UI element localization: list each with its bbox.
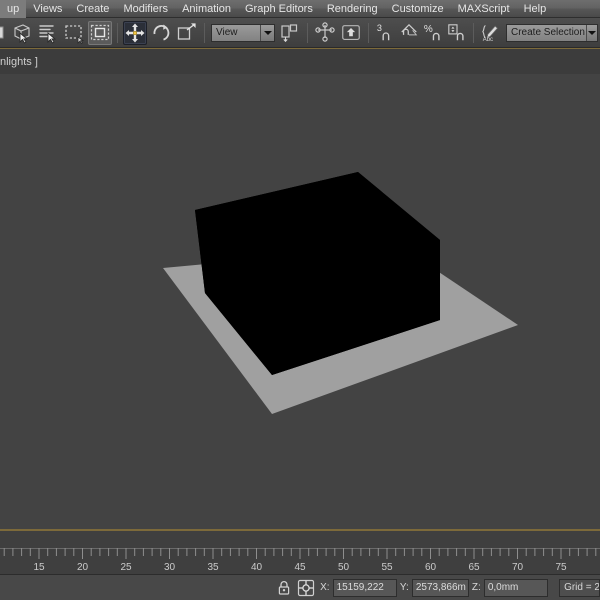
menu-views[interactable]: Views	[26, 0, 69, 18]
select-and-link-icon	[342, 24, 360, 40]
svg-text:3: 3	[377, 23, 382, 33]
menu-animation[interactable]: Animation	[175, 0, 238, 18]
chevron-down-icon	[587, 30, 596, 35]
ruler-tick-label: 25	[120, 562, 132, 573]
reference-coordinate-system-dropdown[interactable]: View	[211, 23, 275, 42]
absolute-relative-transform-toggle[interactable]	[297, 578, 315, 598]
select-object-button[interactable]	[10, 21, 34, 45]
menu-help[interactable]: Help	[517, 0, 554, 18]
ruler-tick-label: 50	[338, 562, 350, 573]
angle-snap-toggle-icon	[401, 23, 418, 35]
select-and-manipulate-icon	[315, 21, 335, 42]
window-crossing-button[interactable]	[88, 20, 112, 45]
main-toolbar: View 3 % Abc Create Selection	[0, 18, 600, 48]
select-by-name-button[interactable]	[36, 21, 60, 45]
reference-coordinate-system-arrow[interactable]	[260, 24, 274, 41]
svg-text:Abc: Abc	[483, 37, 493, 43]
menu-bar: up Views Create Modifiers Animation Grap…	[0, 0, 600, 18]
timeline-ruler[interactable]: 15 20 25 30 35 40 45 50 55 60 65 70 75	[0, 548, 600, 576]
selection-lock-icon	[297, 579, 315, 596]
angle-snap-toggle-button[interactable]	[398, 21, 420, 45]
select-and-link-button[interactable]	[339, 21, 363, 45]
select-object-icon	[14, 23, 30, 44]
rectangular-selection-region-icon	[65, 24, 85, 44]
select-and-move-icon	[125, 23, 145, 42]
toolbar-separator-1	[117, 22, 118, 43]
spinner-snap-toggle-icon	[448, 23, 464, 40]
edit-named-selection-sets-icon: Abc	[482, 24, 498, 43]
ruler-tick-label: 30	[164, 562, 176, 573]
ruler-tick-label: 55	[381, 562, 393, 573]
ruler-tick-label: 40	[251, 562, 263, 573]
viewport-perspective[interactable]	[0, 74, 600, 529]
selection-lock-toggle[interactable]	[275, 578, 293, 598]
rectangular-selection-region-button[interactable]	[62, 21, 86, 45]
named-selection-sets-arrow[interactable]	[585, 24, 597, 41]
x-coordinate-value: 15159,222	[336, 582, 384, 593]
viewport-label: nlights ]	[0, 55, 38, 68]
percent-snap-toggle-icon: %	[424, 24, 440, 40]
use-pivot-point-center-button[interactable]	[278, 21, 302, 45]
edit-named-selection-sets-button[interactable]: Abc	[479, 21, 503, 45]
toolbar-separator-4	[368, 22, 369, 43]
prompt-strip: nlights ]	[0, 48, 600, 74]
ruler-tick-label: 35	[207, 562, 219, 573]
spinner-snap-toggle-button[interactable]	[446, 21, 468, 45]
grid-size-display: Grid = 2	[559, 578, 600, 597]
ruler-tick-label: 65	[468, 562, 480, 573]
menu-maxscript[interactable]: MAXScript	[451, 0, 517, 18]
z-coordinate-label: Z:	[471, 582, 481, 593]
toolbar-separator-3	[307, 22, 308, 43]
padlock-icon	[278, 580, 290, 595]
svg-text:%: %	[424, 24, 433, 35]
ruler-tick-label: 75	[555, 562, 567, 573]
reference-coordinate-system-value: View	[216, 27, 238, 38]
named-selection-sets-value: Create Selection Se	[511, 27, 586, 38]
toolbar-separator-2	[204, 22, 205, 43]
select-and-rotate-icon	[153, 24, 170, 40]
percent-snap-toggle-button[interactable]: %	[422, 21, 444, 45]
ruler-tick-label: 15	[33, 562, 45, 573]
x-coordinate-label: X:	[320, 582, 330, 593]
window-crossing-icon	[90, 24, 110, 40]
named-selection-sets-dropdown[interactable]: Create Selection Se	[506, 23, 598, 42]
status-bar: X: 15159,222 Y: 2573,866m Z: 0,0mm Grid …	[0, 574, 600, 600]
menu-graph-editors[interactable]: Graph Editors	[238, 0, 320, 18]
viewport-scene	[0, 74, 600, 529]
menu-modifiers[interactable]: Modifiers	[116, 0, 175, 18]
pivot-point-center-icon	[281, 23, 298, 42]
select-and-manipulate-button[interactable]	[313, 21, 337, 45]
toolbar-separator-5	[473, 22, 474, 43]
chevron-down-icon	[263, 30, 272, 35]
select-and-scale-button[interactable]	[175, 21, 199, 45]
snaps-toggle-icon: 3	[377, 23, 390, 40]
y-coordinate-value: 2573,866m	[415, 582, 466, 593]
time-slider-track[interactable]	[0, 533, 600, 547]
z-coordinate-field[interactable]: 0,0mm	[483, 578, 549, 597]
grid-size-text: Grid = 2	[564, 582, 600, 593]
undo-button[interactable]	[0, 21, 8, 45]
ruler-tick-label: 60	[425, 562, 437, 573]
ruler-tick-label: 45	[294, 562, 306, 573]
menu-group[interactable]: up	[0, 0, 27, 18]
z-coordinate-value: 0,0mm	[487, 582, 519, 593]
select-and-rotate-button[interactable]	[149, 21, 173, 45]
undo-icon	[0, 26, 4, 38]
menu-create[interactable]: Create	[69, 0, 116, 18]
menu-rendering[interactable]: Rendering	[320, 0, 385, 18]
y-coordinate-label: Y:	[399, 582, 409, 593]
x-coordinate-field[interactable]: 15159,222	[332, 578, 397, 597]
ruler-tick-label: 20	[77, 562, 89, 573]
snaps-toggle-button[interactable]: 3	[374, 21, 396, 45]
select-and-move-button[interactable]	[123, 20, 147, 45]
menu-customize[interactable]: Customize	[385, 0, 451, 18]
timeline-bar[interactable]: 15 20 25 30 35 40 45 50 55 60 65 70 75	[0, 529, 600, 574]
max-application-window: up Views Create Modifiers Animation Grap…	[0, 0, 600, 600]
select-by-name-icon	[39, 24, 57, 44]
ruler-tick-label: 70	[512, 562, 524, 573]
select-and-scale-icon	[177, 22, 196, 40]
y-coordinate-field[interactable]: 2573,866m	[411, 578, 469, 597]
